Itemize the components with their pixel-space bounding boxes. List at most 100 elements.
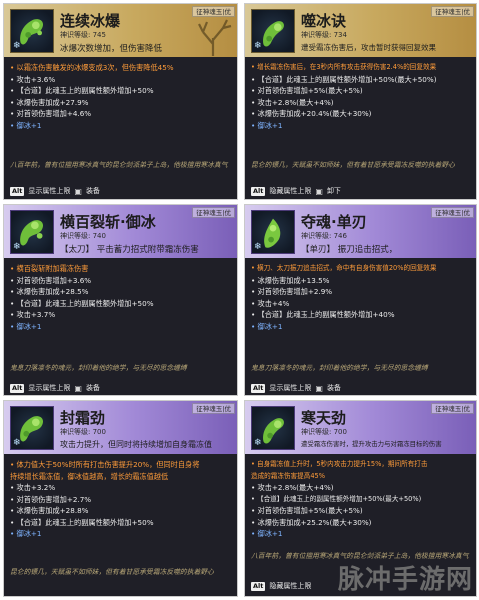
toggle-attr-limit-label[interactable]: 隐藏属性上限 bbox=[269, 186, 311, 196]
main-effect: • 自身霜冻值上升时，5秒内攻击力提升15%，期间所有打击 bbox=[251, 460, 428, 468]
attribute-list: • 体力值大于50%时所有打击伤害提升20%，但同时自身将 持续增长霜冻值，御冰… bbox=[10, 459, 233, 540]
card-header: 征神魂玉|优 ❄ 噬冰诀 神识等级: 734 遭受霜冻伤害后，攻击暂时获得回复效… bbox=[245, 4, 476, 57]
card-description: 冰爆次数增加，但伤害降低 bbox=[60, 44, 163, 54]
attribute-line: • 攻击+3.2% bbox=[10, 483, 56, 492]
attribute-list: • 横刀、太刀振刀追击招式，命中有自身伤害值20%的回复效果 • 冰爆伤害加成+… bbox=[251, 263, 472, 332]
soul-jade-icon: ❄ bbox=[251, 210, 295, 254]
equip-button[interactable]: 装备 bbox=[327, 383, 341, 393]
attribute-line: • 对首领伤害增加+5%(最大+5%) bbox=[251, 86, 363, 95]
attribute-line: • 对首领伤害增加+5%(最大+5%) bbox=[251, 506, 363, 515]
attribute-line: • 攻击+2.8%(最大+4%) bbox=[251, 483, 334, 492]
main-effect-continued: 造成的霜冻伤害提高45% bbox=[251, 471, 325, 480]
card-title: 连续冰爆 bbox=[60, 12, 121, 30]
rarity-tag: 征神魂玉|优 bbox=[192, 207, 235, 218]
attribute-line: • 【合道】此魂玉上的副属性额外增加+40% bbox=[251, 310, 395, 319]
spirit-level: 神识等级: 734 bbox=[301, 31, 347, 39]
attribute-line: • 攻击+4% bbox=[251, 298, 290, 308]
toggle-attr-limit-label[interactable]: 显示属性上限 bbox=[28, 186, 70, 196]
main-effect: • 横百裂斩附加霜冻伤害 bbox=[10, 264, 89, 273]
card-header: 征神魂玉|优 ❄ 夺魂·单刃 神识等级: 746 【单刃】 振刀追击招式， bbox=[245, 205, 476, 258]
soul-jade-icon: ❄ bbox=[251, 406, 295, 450]
toggle-attr-limit-label[interactable]: 隐藏属性上限 bbox=[269, 581, 311, 591]
card-title: 寒天劲 bbox=[301, 409, 347, 427]
attribute-line: • 冰爆伤害加成+20.4%(最大+30%) bbox=[251, 109, 372, 118]
card-description: 【单刃】 振刀追击招式， bbox=[301, 245, 398, 255]
alt-key-hint[interactable]: Alt bbox=[251, 581, 266, 591]
card-footer: Alt 显示属性上限 ▣ 装备 bbox=[10, 184, 233, 198]
attribute-line: • 【合道】此魂玉上的副属性额外增加+50% bbox=[10, 86, 154, 95]
flavor-text: 八百年前，曾有位擅用寒冰真气的昆仑剑派弟子上岛，他极擅用寒冰真气 bbox=[10, 161, 228, 169]
attribute-list: • 以霜冻伤害触发的冰爆变成3次，但伤害降低45% • 攻击+3.6% • 【合… bbox=[10, 62, 233, 131]
frost-icon: ❄ bbox=[13, 41, 21, 51]
alt-key-hint[interactable]: Alt bbox=[251, 186, 266, 196]
attribute-line: • 【合道】此魂玉上的副属性额外增加+50% bbox=[10, 298, 154, 308]
set-bonus-line: • 御冰+1 bbox=[10, 321, 42, 331]
coral-decoration-icon bbox=[198, 19, 232, 56]
rarity-tag: 征神魂玉|优 bbox=[431, 207, 474, 218]
attribute-line: • 冰爆伤害加成+28.5% bbox=[10, 287, 89, 296]
rarity-tag: 征神魂玉|优 bbox=[192, 6, 235, 17]
attribute-line: • 攻击+3.6% bbox=[10, 74, 56, 84]
card-title: 夺魂·单刃 bbox=[301, 213, 367, 231]
unequip-button[interactable]: 卸下 bbox=[327, 186, 341, 196]
alt-key-hint[interactable]: Alt bbox=[10, 186, 25, 196]
mouse-icon: ▣ bbox=[74, 186, 82, 196]
set-bonus-line: • 御冰+1 bbox=[10, 529, 42, 538]
mouse-icon: ▣ bbox=[315, 383, 323, 393]
card-header: 征神魂玉|优 ❄ 横百裂斩·御冰 神识等级: 740 【太刀】 平击蓄力招式附带… bbox=[4, 205, 237, 258]
frost-icon: ❄ bbox=[13, 242, 21, 252]
card-title: 横百裂斩·御冰 bbox=[60, 213, 156, 231]
card-title: 封霜劲 bbox=[60, 409, 106, 427]
rarity-tag: 征神魂玉|优 bbox=[431, 403, 474, 414]
spirit-level: 神识等级: 746 bbox=[301, 232, 347, 240]
attribute-line: • 【合道】此魂玉上的副属性额外增加+50%(最大+50%) bbox=[251, 74, 437, 84]
alt-key-hint[interactable]: Alt bbox=[251, 383, 266, 393]
set-bonus-line: • 御冰+1 bbox=[251, 321, 283, 331]
main-effect: • 增长霜冻伤害后，在3秒内所有攻击获得伤害2.4%的回复效果 bbox=[251, 63, 437, 71]
attribute-line: • 对首领伤害增加+2.7% bbox=[10, 494, 92, 504]
mouse-icon: ▣ bbox=[315, 186, 323, 196]
card-header: 征神魂玉|优 ❄ 寒天劲 神识等级: 700 遭受霜冻伤害时，提升攻击力与对霜冻… bbox=[245, 401, 476, 454]
attribute-line: • 对首领伤害增加+3.6% bbox=[10, 275, 92, 285]
equip-button[interactable]: 装备 bbox=[86, 186, 100, 196]
card-description: 遭受霜冻伤害时，提升攻击力与对霜冻目标的伤害 bbox=[301, 440, 442, 448]
spirit-level: 神识等级: 700 bbox=[60, 428, 106, 436]
flavor-text: 鬼息刀落凛冬的魂元，封印着他的绝学，与无尽的思念缠缚 bbox=[10, 364, 187, 372]
main-effect-continued: 持续增长霜冻值，御冰值越高，增长的霜冻值越低 bbox=[10, 471, 169, 481]
card-description: 遭受霜冻伤害后，攻击暂时获得回复效果 bbox=[301, 43, 436, 52]
attribute-list: • 横百裂斩附加霜冻伤害 • 对首领伤害增加+3.6% • 冰爆伤害加成+28.… bbox=[10, 263, 233, 332]
attribute-line: • 冰爆伤害加成+27.9% bbox=[10, 97, 89, 107]
soul-jade-card-shibing-jue: 征神魂玉|优 ❄ 噬冰诀 神识等级: 734 遭受霜冻伤害后，攻击暂时获得回复效… bbox=[244, 3, 477, 200]
frost-icon: ❄ bbox=[254, 438, 262, 448]
toggle-attr-limit-label[interactable]: 显示属性上限 bbox=[269, 383, 311, 393]
card-header: 征神魂玉|优 ❄ 封霜劲 神识等级: 700 攻击力提升，但同时将持续增加自身霜… bbox=[4, 401, 237, 454]
set-bonus-line: • 御冰+1 bbox=[10, 120, 42, 130]
main-effect: • 以霜冻伤害触发的冰爆变成3次，但伤害降低45% bbox=[10, 63, 174, 72]
main-effect: • 体力值大于50%时所有打击伤害提升20%，但同时自身将 bbox=[10, 460, 200, 469]
mouse-icon: ▣ bbox=[74, 383, 82, 393]
soul-jade-icon: ❄ bbox=[251, 9, 295, 53]
main-effect: • 横刀、太刀振刀追击招式，命中有自身伤害值20%的回复效果 bbox=[251, 264, 437, 272]
card-footer: Alt 显示属性上限 ▣ 装备 bbox=[10, 381, 233, 395]
card-header: 征神魂玉|优 ❄ 连续冰爆 神识等级: 745 冰爆次数增加，但伤害降低 bbox=[4, 4, 237, 57]
soul-jade-icon: ❄ bbox=[10, 9, 54, 53]
attribute-line: • 攻击+2.8%(最大+4%) bbox=[251, 97, 334, 107]
rarity-tag: 征神魂玉|优 bbox=[192, 403, 235, 414]
attribute-line: • 【合道】此魂玉上的副属性额外增加+50%(最大+50%) bbox=[251, 494, 422, 503]
spirit-level: 神识等级: 740 bbox=[60, 232, 106, 240]
alt-key-hint[interactable]: Alt bbox=[10, 383, 25, 393]
attribute-line: • 攻击+3.7% bbox=[10, 310, 56, 319]
soul-jade-card-hengbai-liezhan: 征神魂玉|优 ❄ 横百裂斩·御冰 神识等级: 740 【太刀】 平击蓄力招式附带… bbox=[3, 204, 238, 396]
attribute-list: • 自身霜冻值上升时，5秒内攻击力提升15%，期间所有打击 造成的霜冻伤害提高4… bbox=[251, 459, 472, 540]
toggle-attr-limit-label[interactable]: 显示属性上限 bbox=[28, 383, 70, 393]
flavor-text: 昆仑的镖几，天赋虽不如师妹，但有着甘愿承受霜冻反噬的执着野心 bbox=[251, 161, 455, 169]
card-description: 【太刀】 平击蓄力招式附带霜冻伤害 bbox=[60, 245, 199, 255]
site-watermark: 脉冲手游网 bbox=[337, 565, 473, 595]
set-bonus-line: • 御冰+1 bbox=[251, 529, 283, 538]
attribute-line: • 冰爆伤害加成+13.5% bbox=[251, 275, 330, 285]
card-footer: Alt 隐藏属性上限 ▣ 卸下 bbox=[251, 184, 472, 198]
spirit-level: 神识等级: 745 bbox=[60, 31, 106, 39]
equip-button[interactable]: 装备 bbox=[86, 383, 100, 393]
spirit-level: 神识等级: 700 bbox=[301, 428, 347, 436]
soul-jade-card-lianxu-bingbao: 征神魂玉|优 ❄ 连续冰爆 神识等级: 745 冰爆次数增加，但伤害降低 • 以… bbox=[3, 3, 238, 200]
